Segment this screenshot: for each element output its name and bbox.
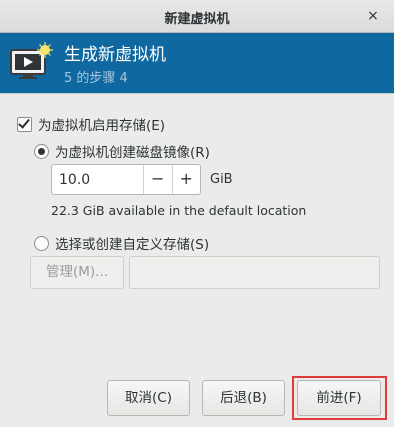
increment-button[interactable]: + <box>171 165 201 194</box>
window-titlebar: 新建虚拟机 × <box>0 0 394 33</box>
enable-storage-row[interactable]: 为虚拟机启用存储(E) <box>17 114 165 134</box>
cancel-button[interactable]: 取消(C) <box>107 380 190 416</box>
custom-storage-radio[interactable] <box>34 235 49 251</box>
decrement-button[interactable]: − <box>143 165 172 194</box>
create-disk-radio[interactable] <box>34 143 49 159</box>
wizard-step: 5 的步骤 4 <box>64 71 128 86</box>
back-button[interactable]: 后退(B) <box>202 380 285 416</box>
available-space-text: 22.3 GiB available in the default locati… <box>51 203 307 218</box>
manage-button[interactable]: 管理(M)... <box>30 256 124 289</box>
wizard-title: 生成新虚拟机 <box>64 45 166 65</box>
custom-storage-path-field[interactable] <box>129 256 380 289</box>
custom-storage-option[interactable]: 选择或创建自定义存储(S) <box>34 233 209 253</box>
window-title: 新建虚拟机 <box>164 12 230 27</box>
create-disk-option[interactable]: 为虚拟机创建磁盘镜像(R) <box>34 141 210 161</box>
enable-storage-label: 为虚拟机启用存储(E) <box>38 118 166 134</box>
header-separator <box>0 93 394 94</box>
wizard-header: 生成新虚拟机 5 的步骤 4 <box>0 33 394 93</box>
custom-storage-label: 选择或创建自定义存储(S) <box>55 237 210 253</box>
size-unit: GiB <box>210 172 233 187</box>
disk-size-input[interactable] <box>52 165 143 194</box>
create-disk-label: 为虚拟机创建磁盘镜像(R) <box>55 145 210 161</box>
monitor-icon <box>10 42 53 79</box>
enable-storage-checkbox[interactable] <box>17 115 32 132</box>
forward-button-highlight <box>292 376 387 420</box>
close-icon[interactable]: × <box>364 7 382 25</box>
disk-size-spinbutton[interactable]: − + <box>51 164 201 195</box>
